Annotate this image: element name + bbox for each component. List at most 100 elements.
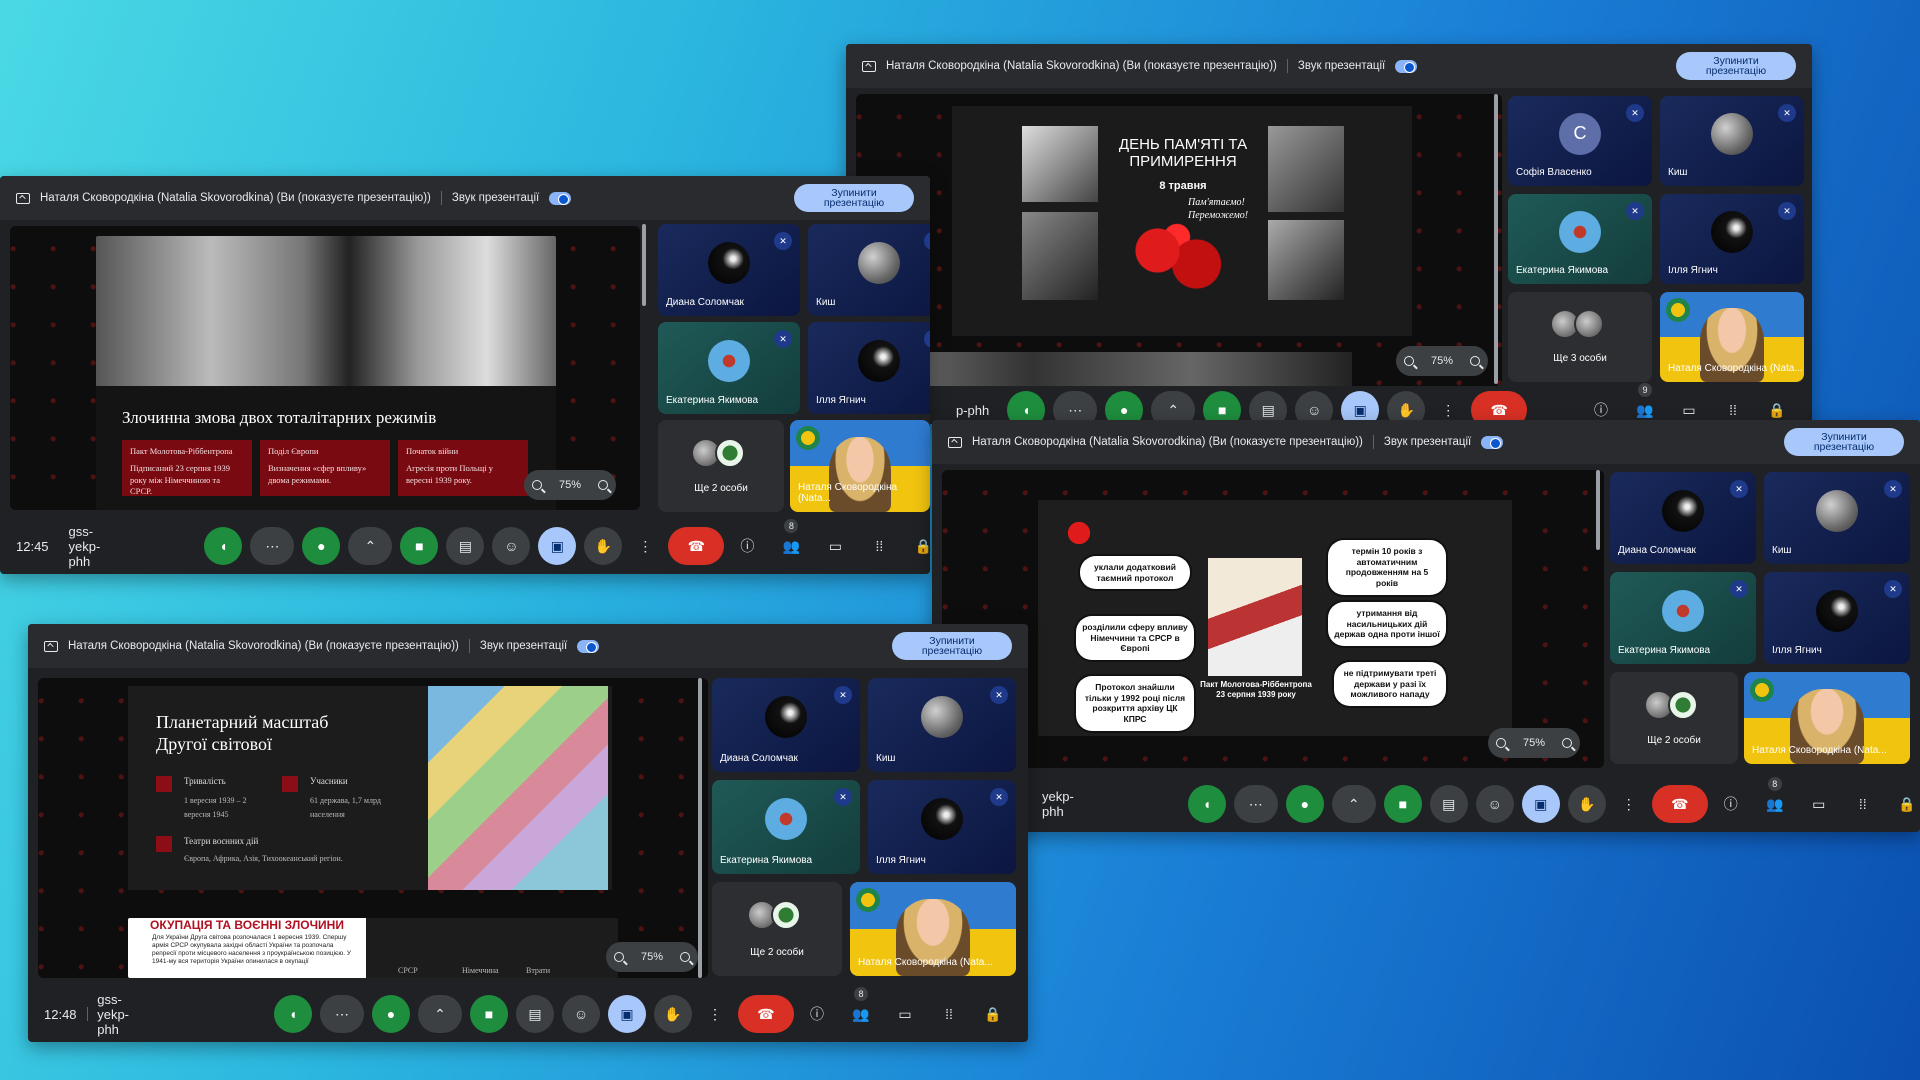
people-icon[interactable]: 👥 8 [846, 987, 876, 1033]
mic-icon[interactable]: ● [302, 527, 341, 565]
audio-toggle[interactable] [549, 191, 572, 205]
chat-icon[interactable]: ▭ [820, 527, 850, 565]
apps-icon[interactable]: ⁞⁞ [934, 995, 964, 1033]
info-icon[interactable]: ⓘ [1716, 785, 1746, 823]
present-screen-icon[interactable]: ▣ [1521, 785, 1560, 823]
zoom-control[interactable]: 75% [1488, 728, 1580, 758]
participant-tile-more[interactable]: Ще 3 особи [1508, 292, 1652, 382]
chevron-up-icon[interactable]: ⌃ [1331, 785, 1376, 823]
participant-tile-kateryna[interactable]: ✕ Екатерина Якимова [658, 322, 800, 414]
zoom-in-icon[interactable] [597, 480, 608, 490]
raise-hand-icon[interactable]: ✋ [1567, 785, 1606, 823]
more-options-icon[interactable]: ⋮ [1614, 785, 1644, 823]
zoom-in-icon[interactable] [1561, 738, 1572, 748]
participant-tile-dyana[interactable]: ✕ Диана Соломчак [712, 678, 860, 772]
participant-tile-self[interactable]: Наталя Сковородкіна (Nata... [850, 882, 1016, 976]
zoom-control[interactable]: 75% [1396, 346, 1488, 376]
chevron-up-icon[interactable]: ⌃ [348, 527, 393, 565]
audio-toggle[interactable] [1481, 435, 1504, 449]
present-screen-icon[interactable]: ▣ [538, 527, 577, 565]
raise-hand-icon[interactable]: ✋ [654, 995, 692, 1033]
stop-presenting-button[interactable]: Зупинити презентацію [794, 184, 914, 212]
scrollbar[interactable] [642, 224, 646, 306]
stop-presenting-button[interactable]: Зупинити презентацію [892, 632, 1012, 660]
end-call-icon[interactable]: ☎ [1651, 785, 1708, 823]
participant-tile-illia[interactable]: ✕ Ілля Ягнич [1764, 572, 1910, 664]
zoom-control[interactable]: 75% [606, 942, 698, 972]
zoom-in-icon[interactable] [679, 952, 690, 962]
lock-icon[interactable]: 🔒 [1892, 785, 1920, 823]
apps-icon[interactable]: ⁞⁞ [1848, 785, 1878, 823]
participant-tile-kysh[interactable]: ✕ Киш [868, 678, 1016, 772]
participant-tile-kysh[interactable]: ✕ Киш [1764, 472, 1910, 564]
zoom-in-icon[interactable] [1469, 356, 1480, 366]
participant-tile-self[interactable]: Наталя Сковородкіна (Nata... [1660, 292, 1804, 382]
volume-icon[interactable]: ◖ [1187, 785, 1226, 823]
pact-cartoon [1208, 558, 1302, 676]
slide: Злочинна змова двох тоталітарних режимів… [96, 236, 556, 510]
participant-tile-illia[interactable]: ✕ Ілля Ягнич [808, 322, 930, 414]
mic-icon[interactable]: ● [372, 995, 410, 1033]
more-people-label: Ще 2 особи [694, 483, 748, 494]
participant-tile-kateryna[interactable]: ✕ Екатерина Якимова [1508, 194, 1652, 284]
people-icon[interactable]: 👥 8 [776, 519, 806, 565]
people-icon[interactable]: 👥 8 [1760, 777, 1790, 823]
chat-icon[interactable]: ▭ [1804, 785, 1834, 823]
participant-tile-sofia[interactable]: C ✕ Софія Власенко [1508, 96, 1652, 186]
participant-tile-kysh[interactable]: ✕ Киш [808, 224, 930, 316]
info-icon[interactable]: ⓘ [732, 527, 762, 565]
participant-tile-kateryna[interactable]: ✕ Екатерина Якимова [1610, 572, 1756, 664]
volume-icon[interactable]: ◖ [274, 995, 312, 1033]
captions-icon[interactable]: ▤ [516, 995, 554, 1033]
end-call-icon[interactable]: ☎ [738, 995, 794, 1033]
camera-icon[interactable]: ■ [470, 995, 508, 1033]
end-call-icon[interactable]: ☎ [668, 527, 725, 565]
participant-tile-self[interactable]: Наталя Сковородкіна (Nata... [790, 420, 930, 512]
participant-tile-illia[interactable]: ✕ Ілля Ягнич [1660, 194, 1804, 284]
scrollbar[interactable] [1494, 94, 1498, 384]
participant-tile-illia[interactable]: ✕ Ілля Ягнич [868, 780, 1016, 874]
chat-icon[interactable]: ▭ [890, 995, 920, 1033]
lock-icon[interactable]: 🔒 [908, 527, 930, 565]
more-icon[interactable]: ⋯ [1233, 785, 1278, 823]
more-icon[interactable]: ⋯ [250, 527, 295, 565]
emblem-icon [796, 426, 820, 450]
present-screen-icon[interactable]: ▣ [608, 995, 646, 1033]
stop-presenting-button[interactable]: Зупинити презентацію [1784, 428, 1904, 456]
camera-icon[interactable]: ■ [1383, 785, 1422, 823]
zoom-out-icon[interactable] [614, 952, 625, 962]
chevron-up-icon[interactable]: ⌃ [418, 995, 462, 1033]
participant-tile-more[interactable]: Ще 2 особи [1610, 672, 1738, 764]
participant-tile-kysh[interactable]: ✕ Киш [1660, 96, 1804, 186]
emoji-icon[interactable]: ☺ [492, 527, 531, 565]
apps-icon[interactable]: ⁞⁞ [864, 527, 894, 565]
participant-tile-kateryna[interactable]: ✕ Екатерина Якимова [712, 780, 860, 874]
zoom-out-icon[interactable] [532, 480, 543, 490]
more-options-icon[interactable]: ⋮ [630, 527, 660, 565]
audio-toggle[interactable] [1395, 59, 1418, 73]
scrollbar[interactable] [1596, 470, 1600, 550]
captions-icon[interactable]: ▤ [1429, 785, 1468, 823]
info-icon[interactable]: ⓘ [802, 995, 832, 1033]
audio-toggle[interactable] [577, 639, 600, 653]
volume-icon[interactable]: ◖ [204, 527, 243, 565]
camera-icon[interactable]: ■ [400, 527, 439, 565]
more-icon[interactable]: ⋯ [320, 995, 364, 1033]
participant-tile-dyana[interactable]: ✕ Диана Соломчак [1610, 472, 1756, 564]
emoji-icon[interactable]: ☺ [1475, 785, 1514, 823]
zoom-control[interactable]: 75% [524, 470, 616, 500]
zoom-out-icon[interactable] [1496, 738, 1507, 748]
more-options-icon[interactable]: ⋮ [700, 995, 730, 1033]
emoji-icon[interactable]: ☺ [562, 995, 600, 1033]
participant-tile-more[interactable]: Ще 2 особи [712, 882, 842, 976]
zoom-out-icon[interactable] [1404, 356, 1415, 366]
mic-icon[interactable]: ● [1285, 785, 1324, 823]
participant-tile-more[interactable]: Ще 2 особи [658, 420, 784, 512]
participant-tile-dyana[interactable]: ✕ Диана Соломчак [658, 224, 800, 316]
stop-presenting-button[interactable]: Зупинити презентацію [1676, 52, 1796, 80]
participant-tile-self[interactable]: Наталя Сковородкіна (Nata... [1744, 672, 1910, 764]
captions-icon[interactable]: ▤ [446, 527, 485, 565]
lock-icon[interactable]: 🔒 [978, 995, 1008, 1033]
raise-hand-icon[interactable]: ✋ [584, 527, 623, 565]
scrollbar[interactable] [698, 678, 702, 978]
